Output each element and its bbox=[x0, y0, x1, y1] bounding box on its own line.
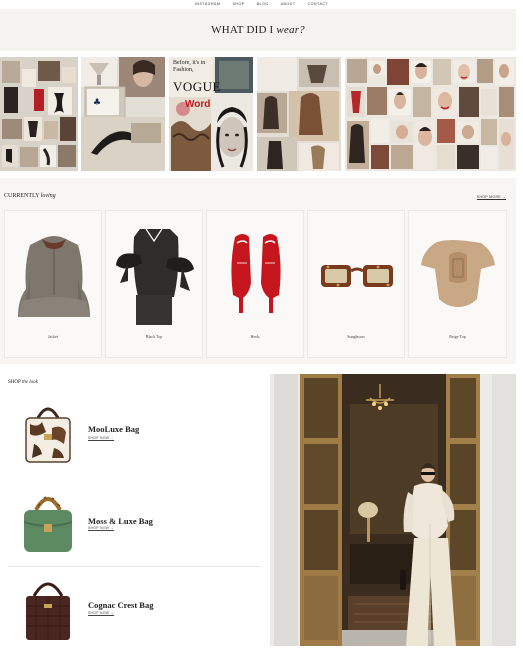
red-heels-icon bbox=[231, 234, 281, 313]
moodboard-panel-1[interactable] bbox=[0, 57, 78, 171]
moodboard-image-shoes bbox=[0, 57, 78, 171]
nav-blog[interactable]: BLOG bbox=[257, 2, 269, 6]
moodboard-image-vogue bbox=[169, 57, 253, 171]
bag-name: Moss & Luxe Bag bbox=[88, 516, 153, 526]
collage-vogue-text: VOGUE bbox=[173, 79, 221, 94]
top-nav: INSTAGRAM SHOP BLOG ABOUT CONTACT bbox=[0, 0, 523, 8]
woman-in-doorway-image bbox=[270, 374, 516, 646]
product-caption: Black Top bbox=[145, 334, 163, 339]
beige-top-icon bbox=[421, 240, 495, 307]
shop-the-look-title: SHOP the look bbox=[8, 380, 38, 385]
product-card-black-top[interactable]: Black Top bbox=[105, 210, 203, 358]
jacket-icon bbox=[18, 236, 90, 317]
cow-print-bag-icon bbox=[25, 407, 71, 463]
shop-now-link[interactable]: SHOP NOW → bbox=[88, 436, 114, 440]
product-card-jacket[interactable]: Jacket bbox=[4, 210, 102, 358]
moodboard-image-faces bbox=[345, 57, 516, 171]
currently-loving-title: CURRENTLY loving bbox=[4, 193, 56, 199]
bag-name: Cognac Crest Bag bbox=[88, 600, 154, 610]
moodboard-panel-2[interactable]: ♣ bbox=[81, 57, 165, 171]
bow-top-icon bbox=[116, 228, 194, 325]
croc-bag-icon bbox=[26, 582, 70, 640]
moodboard-collage: ♣ Before, it's in Fashion, VOGUE Word bbox=[0, 57, 516, 171]
product-card-heels[interactable]: Heels bbox=[206, 210, 304, 358]
product-card-sunglasses[interactable]: Sunglasses bbox=[307, 210, 405, 358]
moodboard-panel-3[interactable]: Before, it's in Fashion, VOGUE Word bbox=[169, 57, 253, 171]
shop-now-link[interactable]: SHOP NOW → bbox=[88, 526, 114, 530]
shop-the-look-title-emphasis: the look bbox=[21, 380, 38, 385]
page-title: WHAT DID I wear? bbox=[211, 24, 305, 36]
outfit-photo[interactable] bbox=[270, 374, 516, 646]
product-caption: Sunglasses bbox=[347, 334, 365, 339]
page-title-main: WHAT DID I bbox=[211, 24, 277, 36]
bag-name: MooLuxe Bag bbox=[88, 424, 140, 434]
nav-about[interactable]: ABOUT bbox=[281, 2, 296, 6]
nav-instagram[interactable]: INSTAGRAM bbox=[195, 2, 221, 6]
bag-row-cognac-crest[interactable]: Cognac Crest Bag SHOP NOW → bbox=[8, 574, 260, 654]
divider bbox=[8, 566, 260, 567]
moodboard-image-streetstyle bbox=[257, 57, 341, 171]
moodboard-panel-4[interactable] bbox=[257, 57, 341, 171]
nav-contact[interactable]: CONTACT bbox=[308, 2, 329, 6]
hero-banner: WHAT DID I wear? bbox=[0, 9, 516, 51]
currently-loving-section: CURRENTLY loving SHOP MORE → Jacket Blac… bbox=[0, 178, 516, 364]
product-card-beige-top[interactable]: Beige Top bbox=[408, 210, 507, 358]
shop-the-look-title-main: SHOP bbox=[8, 380, 22, 385]
currently-loving-title-emphasis: loving bbox=[40, 193, 56, 199]
product-caption: Jacket bbox=[48, 334, 58, 339]
shop-now-link[interactable]: SHOP NOW → bbox=[88, 611, 114, 615]
moodboard-panel-5[interactable] bbox=[345, 57, 516, 171]
collage-caption-before: Before, it's in Fashion, bbox=[173, 60, 206, 73]
sunglasses-icon bbox=[321, 265, 393, 287]
bag-row-mooluxe[interactable]: MooLuxe Bag SHOP NOW → bbox=[8, 398, 260, 478]
nav-shop[interactable]: SHOP bbox=[232, 2, 244, 6]
product-caption: Heels bbox=[250, 334, 260, 339]
green-bamboo-bag-icon bbox=[23, 496, 73, 552]
svg-text:♣: ♣ bbox=[93, 98, 101, 108]
page-title-emphasis: wear? bbox=[276, 24, 305, 36]
moodboard-image-cards: ♣ bbox=[81, 57, 165, 171]
currently-loving-title-main: CURRENTLY bbox=[4, 193, 41, 199]
collage-word-text: Word bbox=[185, 99, 211, 110]
shop-more-link[interactable]: SHOP MORE → bbox=[477, 195, 506, 199]
product-caption: Beige Top bbox=[449, 334, 466, 339]
bag-row-moss-luxe[interactable]: Moss & Luxe Bag SHOP NOW → bbox=[8, 488, 260, 568]
